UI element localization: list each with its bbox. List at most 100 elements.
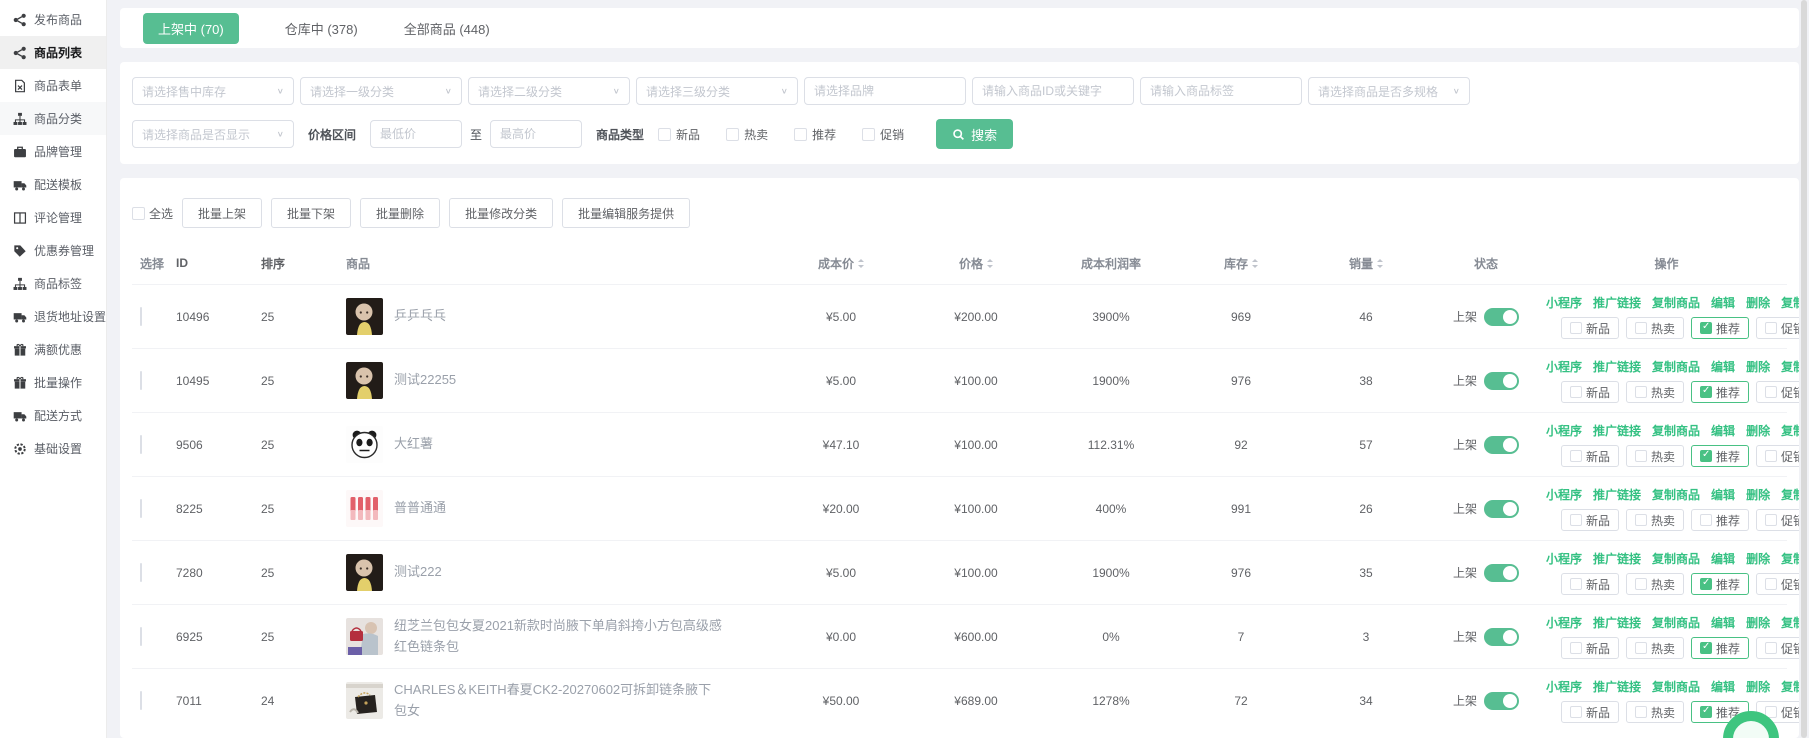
- filter-select[interactable]: 请选择售中库存∨: [132, 77, 294, 105]
- tag-button-热卖[interactable]: 热卖: [1626, 637, 1684, 659]
- op-link-删除[interactable]: 删除: [1746, 294, 1770, 311]
- tag-button-热卖[interactable]: 热卖: [1626, 381, 1684, 403]
- sidebar-item-商品标签[interactable]: 商品标签: [0, 267, 106, 300]
- sort-asc-icon[interactable]: [858, 259, 864, 262]
- op-link-复制链接[interactable]: 复制链接: [1781, 358, 1799, 375]
- sort-desc-icon[interactable]: [1252, 265, 1258, 268]
- tag-button-促销[interactable]: 促销: [1756, 637, 1799, 659]
- op-link-推广链接[interactable]: 推广链接: [1593, 294, 1641, 311]
- row-checkbox[interactable]: [140, 499, 142, 518]
- tag-button-新品[interactable]: 新品: [1561, 445, 1619, 467]
- select-all[interactable]: 全选: [132, 205, 173, 222]
- op-link-推广链接[interactable]: 推广链接: [1593, 486, 1641, 503]
- op-link-推广链接[interactable]: 推广链接: [1593, 422, 1641, 439]
- row-checkbox[interactable]: [140, 307, 142, 326]
- sort-desc-icon[interactable]: [858, 265, 864, 268]
- op-link-小程序[interactable]: 小程序: [1546, 486, 1582, 503]
- tab-2[interactable]: 全部商品 (448): [404, 19, 490, 38]
- status-toggle[interactable]: [1484, 628, 1519, 646]
- op-link-删除[interactable]: 删除: [1746, 678, 1770, 695]
- sidebar-item-优惠券管理[interactable]: 优惠券管理: [0, 234, 106, 267]
- filter-select[interactable]: 请选择三级分类∨: [636, 77, 798, 105]
- min-price-input[interactable]: [370, 120, 462, 148]
- op-link-删除[interactable]: 删除: [1746, 486, 1770, 503]
- tag-button-热卖[interactable]: 热卖: [1626, 509, 1684, 531]
- op-link-小程序[interactable]: 小程序: [1546, 614, 1582, 631]
- tag-button-推荐[interactable]: 推荐: [1691, 637, 1749, 659]
- tag-button-热卖[interactable]: 热卖: [1626, 445, 1684, 467]
- sort-caret[interactable]: [858, 259, 864, 268]
- tag-button-新品[interactable]: 新品: [1561, 637, 1619, 659]
- sort-caret[interactable]: [987, 259, 993, 268]
- batch-button[interactable]: 批量上架: [182, 198, 262, 228]
- tag-button-新品[interactable]: 新品: [1561, 573, 1619, 595]
- tag-button-新品[interactable]: 新品: [1561, 509, 1619, 531]
- op-link-小程序[interactable]: 小程序: [1546, 358, 1582, 375]
- sidebar-item-发布商品[interactable]: 发布商品: [0, 3, 106, 36]
- op-link-推广链接[interactable]: 推广链接: [1593, 678, 1641, 695]
- status-toggle[interactable]: [1484, 308, 1519, 326]
- op-link-推广链接[interactable]: 推广链接: [1593, 550, 1641, 567]
- filter-select[interactable]: 请选择二级分类∨: [468, 77, 630, 105]
- filter-input[interactable]: [972, 77, 1134, 105]
- sidebar-item-退货地址设置[interactable]: 退货地址设置: [0, 300, 106, 333]
- row-checkbox[interactable]: [140, 691, 142, 710]
- tag-button-热卖[interactable]: 热卖: [1626, 701, 1684, 723]
- tab-0[interactable]: 上架中 (70): [143, 13, 239, 44]
- checkbox-icon[interactable]: [794, 128, 807, 141]
- search-button[interactable]: 搜索: [936, 119, 1013, 149]
- tag-button-推荐[interactable]: 推荐: [1691, 445, 1749, 467]
- op-link-删除[interactable]: 删除: [1746, 550, 1770, 567]
- row-checkbox[interactable]: [140, 435, 142, 454]
- sidebar-item-商品表单[interactable]: 商品表单: [0, 69, 106, 102]
- op-link-删除[interactable]: 删除: [1746, 614, 1770, 631]
- select-all-checkbox[interactable]: [132, 207, 145, 220]
- sidebar-item-基础设置[interactable]: 基础设置: [0, 432, 106, 465]
- op-link-编辑[interactable]: 编辑: [1711, 358, 1735, 375]
- tag-button-促销[interactable]: 促销: [1756, 509, 1799, 531]
- op-link-复制链接[interactable]: 复制链接: [1781, 678, 1799, 695]
- op-link-复制链接[interactable]: 复制链接: [1781, 550, 1799, 567]
- status-toggle[interactable]: [1484, 564, 1519, 582]
- tab-1[interactable]: 仓库中 (378): [285, 19, 358, 38]
- sidebar-item-商品分类[interactable]: 商品分类: [0, 102, 106, 135]
- status-toggle[interactable]: [1484, 500, 1519, 518]
- checkbox-icon[interactable]: [862, 128, 875, 141]
- batch-button[interactable]: 批量编辑服务提供: [562, 198, 690, 228]
- tag-button-新品[interactable]: 新品: [1561, 381, 1619, 403]
- tag-button-促销[interactable]: 促销: [1756, 445, 1799, 467]
- tag-button-新品[interactable]: 新品: [1561, 317, 1619, 339]
- filter-select[interactable]: 请选择商品是否多规格∨: [1308, 77, 1470, 105]
- tag-button-促销[interactable]: 促销: [1756, 573, 1799, 595]
- sidebar-item-品牌管理[interactable]: 品牌管理: [0, 135, 106, 168]
- op-link-删除[interactable]: 删除: [1746, 358, 1770, 375]
- op-link-复制商品[interactable]: 复制商品: [1652, 550, 1700, 567]
- type-checkbox-推荐[interactable]: 推荐: [794, 126, 836, 143]
- op-link-编辑[interactable]: 编辑: [1711, 550, 1735, 567]
- sort-caret[interactable]: [1252, 259, 1258, 268]
- op-link-复制商品[interactable]: 复制商品: [1652, 486, 1700, 503]
- op-link-复制商品[interactable]: 复制商品: [1652, 614, 1700, 631]
- op-link-复制商品[interactable]: 复制商品: [1652, 358, 1700, 375]
- display-filter-select[interactable]: 请选择商品是否显示 ∨: [132, 120, 294, 148]
- op-link-小程序[interactable]: 小程序: [1546, 550, 1582, 567]
- type-checkbox-新品[interactable]: 新品: [658, 126, 700, 143]
- batch-button[interactable]: 批量删除: [360, 198, 440, 228]
- tag-button-促销[interactable]: 促销: [1756, 317, 1799, 339]
- batch-button[interactable]: 批量下架: [271, 198, 351, 228]
- filter-select[interactable]: 请选择一级分类∨: [300, 77, 462, 105]
- op-link-复制链接[interactable]: 复制链接: [1781, 614, 1799, 631]
- tag-button-推荐[interactable]: 推荐: [1691, 317, 1749, 339]
- type-checkbox-促销[interactable]: 促销: [862, 126, 904, 143]
- op-link-推广链接[interactable]: 推广链接: [1593, 614, 1641, 631]
- max-price-input[interactable]: [490, 120, 582, 148]
- op-link-小程序[interactable]: 小程序: [1546, 678, 1582, 695]
- tag-button-推荐[interactable]: 推荐: [1691, 573, 1749, 595]
- tag-button-新品[interactable]: 新品: [1561, 701, 1619, 723]
- sort-caret[interactable]: [1377, 259, 1383, 268]
- batch-button[interactable]: 批量修改分类: [449, 198, 553, 228]
- sidebar-item-满额优惠[interactable]: 满额优惠: [0, 333, 106, 366]
- op-link-复制链接[interactable]: 复制链接: [1781, 486, 1799, 503]
- tag-button-推荐[interactable]: 推荐: [1691, 381, 1749, 403]
- op-link-小程序[interactable]: 小程序: [1546, 422, 1582, 439]
